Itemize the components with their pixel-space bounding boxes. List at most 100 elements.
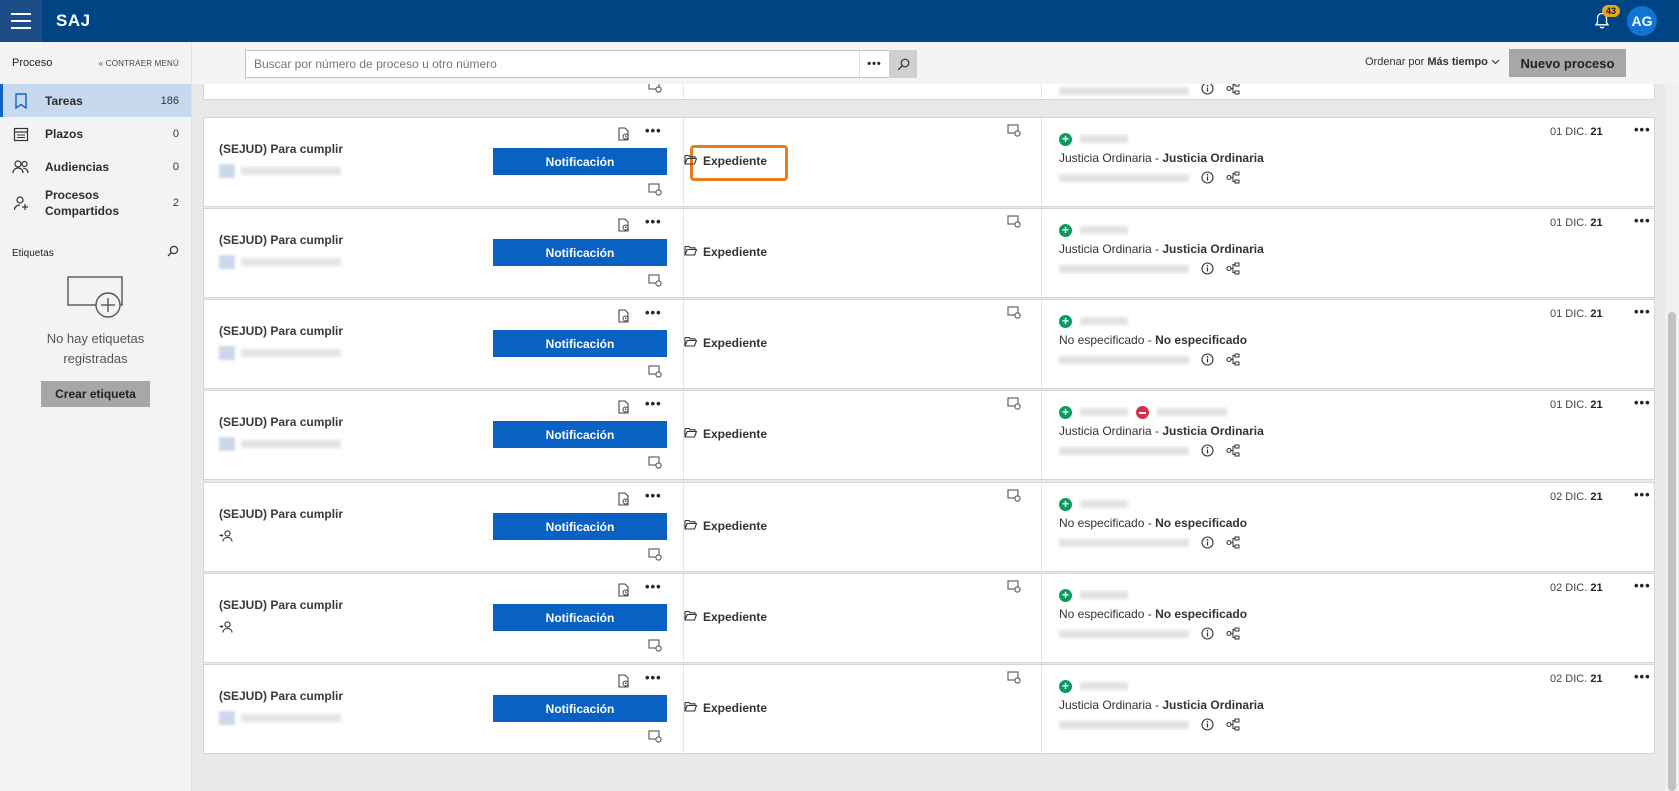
notification-button[interactable]: Notificación <box>493 239 667 266</box>
message-settings-icon[interactable] <box>648 548 662 566</box>
app-brand[interactable]: SAJ <box>56 11 91 31</box>
info-icon[interactable] <box>1201 262 1214 275</box>
process-tree-icon[interactable] <box>1226 536 1240 549</box>
document-clock-icon[interactable] <box>618 309 630 328</box>
process-tree-icon[interactable] <box>1226 262 1240 275</box>
message-settings-icon[interactable] <box>1007 215 1021 233</box>
message-settings-icon[interactable] <box>1007 397 1021 415</box>
task-more-options-icon[interactable]: ••• <box>645 306 662 319</box>
task-card[interactable]: (SEJUD) Para cumplir ••• Notificación Ex… <box>203 390 1655 480</box>
expediente-link[interactable]: Expediente <box>684 427 767 441</box>
sidebar-item-count: 0 <box>172 127 179 140</box>
document-clock-icon[interactable] <box>618 400 630 419</box>
message-settings-icon[interactable] <box>648 84 662 98</box>
process-tree-icon[interactable] <box>1226 353 1240 366</box>
task-more-options-icon[interactable]: ••• <box>645 671 662 684</box>
info-icon[interactable] <box>1201 627 1214 640</box>
task-more-options-icon[interactable]: ••• <box>645 397 662 410</box>
expediente-link[interactable]: Expediente <box>684 336 767 350</box>
message-settings-icon[interactable] <box>648 365 662 383</box>
card-more-options-icon[interactable]: ••• <box>1634 579 1651 592</box>
sidebar-item-procesos-compartidos[interactable]: Procesos Compartidos 2 <box>0 183 191 223</box>
message-settings-icon[interactable] <box>1007 580 1021 598</box>
new-process-button[interactable]: Nuevo proceso <box>1509 49 1626 77</box>
info-icon[interactable] <box>1201 444 1214 457</box>
card-more-options-icon[interactable]: ••• <box>1634 305 1651 318</box>
document-clock-icon[interactable] <box>618 218 630 237</box>
expediente-link[interactable]: Expediente <box>684 701 767 715</box>
list-item[interactable] <box>203 84 1655 100</box>
create-tag-button[interactable]: Crear etiqueta <box>41 381 150 407</box>
task-more-options-icon[interactable]: ••• <box>645 580 662 593</box>
assign-user-icon[interactable] <box>219 529 343 547</box>
task-date: 02 DIC. 21 <box>1550 491 1603 503</box>
message-settings-icon[interactable] <box>1007 671 1021 689</box>
task-card[interactable]: (SEJUD) Para cumplir ••• Notificación Ex… <box>203 482 1655 572</box>
message-settings-icon[interactable] <box>648 456 662 474</box>
notification-button[interactable]: Notificación <box>493 513 667 540</box>
search-input[interactable] <box>246 51 859 77</box>
notification-button[interactable]: Notificación <box>493 604 667 631</box>
sidebar-item-plazos[interactable]: Plazos 0 <box>0 117 191 150</box>
message-settings-icon[interactable] <box>648 274 662 292</box>
card-more-options-icon[interactable]: ••• <box>1634 670 1651 683</box>
process-tree-icon[interactable] <box>1226 84 1240 100</box>
expediente-link[interactable]: Expediente <box>684 154 767 168</box>
search-options-button[interactable]: ••• <box>859 51 889 77</box>
sidebar-item-audiencias[interactable]: Audiencias 0 <box>0 150 191 183</box>
info-icon[interactable] <box>1201 353 1214 366</box>
expediente-link[interactable]: Expediente <box>684 610 767 624</box>
task-card[interactable]: (SEJUD) Para cumplir ••• Notificación Ex… <box>203 573 1655 663</box>
date-day-month: 01 DIC. <box>1550 399 1588 411</box>
date-day-month: 01 DIC. <box>1550 126 1588 138</box>
message-settings-icon[interactable] <box>1007 306 1021 324</box>
user-avatar[interactable]: AG <box>1627 6 1657 36</box>
expediente-link[interactable]: Expediente <box>684 245 767 259</box>
process-tree-icon[interactable] <box>1226 718 1240 731</box>
notification-button[interactable]: Notificación <box>493 695 667 722</box>
document-clock-icon[interactable] <box>618 583 630 602</box>
notification-button[interactable]: Notificación <box>493 148 667 175</box>
card-more-options-icon[interactable]: ••• <box>1634 123 1651 136</box>
task-more-options-icon[interactable]: ••• <box>645 124 662 137</box>
process-tree-icon[interactable] <box>1226 171 1240 184</box>
assign-user-icon[interactable] <box>219 620 343 638</box>
task-card[interactable]: (SEJUD) Para cumplir ••• Notificación Ex… <box>203 299 1655 389</box>
card-more-options-icon[interactable]: ••• <box>1634 488 1651 501</box>
info-icon[interactable] <box>1201 718 1214 731</box>
hamburger-menu-icon[interactable] <box>0 0 42 42</box>
message-settings-icon[interactable] <box>648 639 662 657</box>
sort-dropdown[interactable]: Ordenar por Más tiempo <box>1365 56 1500 68</box>
notifications-bell-icon[interactable]: 43 <box>1587 5 1621 36</box>
search-button[interactable] <box>889 50 917 78</box>
message-settings-icon[interactable] <box>1007 489 1021 507</box>
expediente-link[interactable]: Expediente <box>684 519 767 533</box>
task-card[interactable]: (SEJUD) Para cumplir ••• Notificación Ex… <box>203 117 1655 207</box>
message-settings-icon[interactable] <box>1007 124 1021 142</box>
task-more-options-icon[interactable]: ••• <box>645 215 662 228</box>
task-card[interactable]: (SEJUD) Para cumplir ••• Notificación Ex… <box>203 664 1655 754</box>
document-clock-icon[interactable] <box>618 674 630 693</box>
info-icon[interactable] <box>1201 84 1214 100</box>
info-icon[interactable] <box>1201 536 1214 549</box>
process-tree-icon[interactable] <box>1226 444 1240 457</box>
message-settings-icon[interactable] <box>648 183 662 201</box>
card-more-options-icon[interactable]: ••• <box>1634 396 1651 409</box>
document-clock-icon[interactable] <box>618 127 630 146</box>
info-icon[interactable] <box>1201 171 1214 184</box>
sidebar-item-tareas[interactable]: Tareas 186 <box>0 84 191 117</box>
process-tree-icon[interactable] <box>1226 627 1240 640</box>
task-card[interactable]: (SEJUD) Para cumplir ••• Notificación Ex… <box>203 208 1655 298</box>
document-clock-icon[interactable] <box>618 492 630 511</box>
task-more-options-icon[interactable]: ••• <box>645 489 662 502</box>
notification-button[interactable]: Notificación <box>493 330 667 357</box>
scrollbar-thumb[interactable] <box>1668 312 1676 791</box>
collapse-menu-button[interactable]: « CONTRAER MENÚ <box>99 59 179 68</box>
folder-open-icon <box>684 701 698 715</box>
tags-search-icon[interactable] <box>167 244 179 262</box>
card-more-options-icon[interactable]: ••• <box>1634 214 1651 227</box>
vertical-scrollbar[interactable] <box>1665 84 1679 791</box>
notification-button[interactable]: Notificación <box>493 421 667 448</box>
blurred-party-name <box>1080 317 1128 325</box>
message-settings-icon[interactable] <box>648 730 662 748</box>
